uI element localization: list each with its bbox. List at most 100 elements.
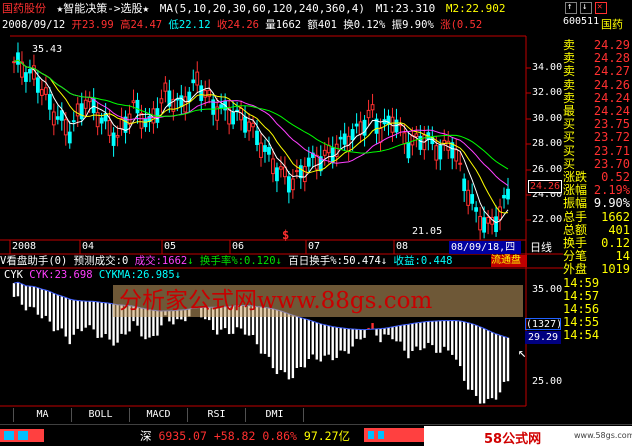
indicator1-forecast: 预测成交:0 — [73, 255, 129, 267]
candle-body — [259, 142, 263, 158]
indicator2-line: CYK CYK:23.698 CYKMA:26.985↓ — [4, 269, 182, 281]
tab-dmi[interactable]: DMI — [246, 408, 304, 422]
cyk-bar — [391, 326, 394, 340]
candle-body — [99, 117, 104, 124]
cyk-bar — [494, 333, 498, 400]
cyk-bar — [303, 318, 307, 368]
candle-body — [434, 145, 439, 161]
cyk-bar — [327, 325, 330, 355]
main-chart[interactable] — [0, 0, 563, 424]
candle-body — [275, 167, 279, 182]
candle-body — [330, 147, 335, 164]
cyk-bar — [12, 283, 16, 297]
cursor-date-box: 08/09/18,四 — [449, 241, 521, 254]
side-row-label: 涨跌 — [563, 170, 588, 184]
candle-body — [502, 194, 506, 199]
indicator1-bairi: 百日换手%:50.474 — [288, 255, 381, 267]
cyk-bar — [506, 337, 510, 382]
indicator2-cyk: CYK:23.698 — [29, 269, 93, 281]
tab-ma[interactable]: MA — [14, 408, 72, 422]
time-axis-label: 07 — [308, 241, 321, 252]
indicator2-name[interactable]: CYK — [4, 269, 23, 281]
side-row-value: 401 — [608, 222, 630, 237]
quote-side-panel: ↑ ↓ ✕ 600511 国药 卖 24.29 卖 24.28 卖 24.27 卖 24.26… — [563, 0, 632, 424]
current-price-tag: 24.26 — [528, 180, 562, 193]
side-row-label: 卖 — [563, 77, 576, 92]
cyk-bar — [315, 322, 318, 360]
candle-body — [111, 132, 116, 146]
cyk-bar — [423, 321, 426, 349]
side-row-label: 卖 — [563, 90, 576, 105]
side-row-value: 0.52 — [601, 170, 630, 184]
cyk-bar — [84, 301, 87, 328]
low-price-label: 21.05 — [412, 226, 443, 237]
side-row-label: 14:56 — [563, 302, 600, 316]
indicator1-line: V看盘助手(0) 预测成交:0 成交:1662↓ 换手率%:0.120↓ 百日换… — [0, 255, 453, 267]
cyk-bar — [411, 323, 414, 351]
side-row-label: 14:55 — [563, 315, 600, 330]
candle-body — [51, 111, 56, 126]
tab-boll[interactable]: BOLL — [72, 408, 130, 422]
cyk-bar — [447, 320, 450, 351]
index-status: 深 6935.07 +58.82 0.86% 97.27亿 — [140, 428, 350, 444]
cyk-bar — [407, 324, 410, 359]
time-axis-label: 04 — [82, 241, 95, 252]
candle-body — [366, 109, 371, 119]
candle-body — [271, 158, 275, 175]
candle-body — [290, 178, 295, 191]
cyk-bar — [291, 315, 295, 379]
candle-body — [438, 145, 443, 160]
up-arrow-button[interactable]: ↑ — [565, 2, 577, 14]
candle-body — [378, 127, 383, 143]
tab-rsi[interactable]: RSI — [188, 408, 246, 422]
candle-body — [354, 123, 359, 127]
candle-body — [263, 145, 267, 152]
cyk-bar — [279, 311, 283, 371]
high-price-label: 35.43 — [32, 44, 63, 55]
candle-body — [39, 89, 44, 96]
side-row-value: 23.72 — [593, 130, 630, 145]
side-row: 14:55 — [563, 316, 632, 329]
indicator1-title[interactable]: V看盘助手(0) — [0, 255, 67, 267]
cyk-bar — [104, 302, 107, 335]
cyk-bar — [56, 294, 60, 331]
candle-body — [306, 157, 311, 167]
candle-body — [294, 170, 299, 173]
side-row-label: 总手 — [563, 209, 588, 224]
cyk-bar — [498, 335, 502, 393]
index-amount: 97.27亿 — [303, 429, 351, 443]
side-row-label: 振幅 — [563, 196, 588, 211]
side-row-value: 0.12 — [601, 236, 630, 250]
tab-macd[interactable]: MACD — [130, 408, 188, 422]
cyk-bar — [96, 301, 99, 338]
period-label[interactable]: 日线 — [530, 241, 552, 254]
cyk-bar — [271, 308, 275, 369]
indicator1-shouyi: 收益:0.448 — [393, 255, 453, 267]
side-row-value: 24.24 — [593, 90, 630, 105]
cyk-bar — [100, 302, 103, 338]
side-row: 14:56 — [563, 303, 632, 316]
candle-body — [466, 189, 471, 206]
cyk-bar — [486, 330, 490, 399]
down-arrow-button[interactable]: ↓ — [580, 2, 592, 14]
cyk-bar — [482, 328, 486, 404]
side-row: 卖 24.27 — [563, 65, 632, 78]
cyk-bar — [52, 293, 56, 332]
candle-body — [143, 118, 148, 128]
candle-body — [219, 104, 224, 109]
close-button[interactable]: ✕ — [595, 2, 607, 14]
side-row: 外盘 1019 — [563, 263, 632, 276]
cyk-bar — [24, 285, 28, 311]
cyk-bar — [359, 329, 362, 340]
cyk-bar — [48, 291, 52, 322]
side-row: 卖 24.24 — [563, 90, 632, 105]
candle-body — [179, 95, 184, 108]
cyk-bar — [80, 300, 83, 332]
side-row-value: 1019 — [601, 262, 630, 277]
liutong-label: 流通盘 — [491, 255, 527, 267]
side-row-value: 24.27 — [593, 64, 630, 79]
side-row-value: 24.24 — [593, 104, 630, 118]
cyk-bar — [455, 320, 458, 360]
mouse-cursor-icon: ↖ — [518, 345, 527, 361]
candle-body — [195, 71, 200, 86]
